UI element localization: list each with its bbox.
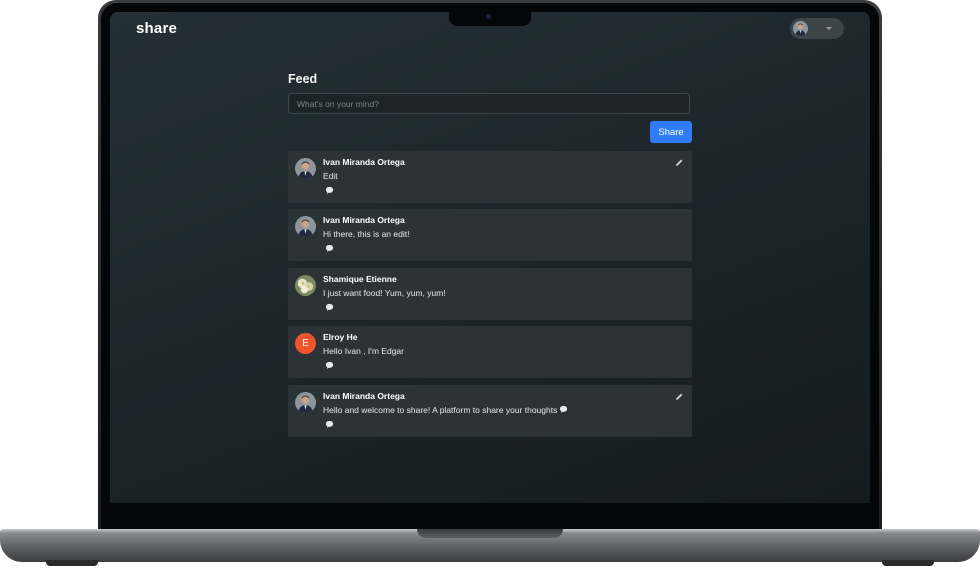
comment-icon[interactable]	[325, 420, 334, 429]
post-author: Elroy He	[323, 332, 358, 342]
post-author: Ivan Miranda Ortega	[323, 391, 405, 401]
comment-icon[interactable]	[325, 361, 334, 370]
post-input[interactable]	[288, 93, 690, 114]
camera-notch	[449, 10, 531, 26]
avatar[interactable]: E	[295, 333, 316, 354]
post-content: Edit	[323, 171, 338, 181]
camera-icon	[486, 14, 491, 19]
post-card: Ivan Miranda Ortega Hi there, this is an…	[288, 209, 692, 261]
post-content: Hello Ivan , I'm Edgar	[323, 346, 404, 356]
app-logo[interactable]: share	[136, 20, 177, 37]
post-card: Ivan Miranda Ortega Hello and welcome to…	[288, 385, 692, 437]
laptop-foot	[46, 560, 98, 566]
post-author: Ivan Miranda Ortega	[323, 157, 405, 167]
share-button[interactable]: Share	[650, 121, 692, 143]
user-menu-button[interactable]	[790, 18, 844, 39]
speech-bubble-icon	[560, 405, 568, 413]
avatar-letter: E	[302, 338, 309, 349]
avatar[interactable]	[295, 275, 316, 296]
post-author: Shamique Etienne	[323, 274, 397, 284]
feed-title: Feed	[288, 72, 318, 86]
post-card: E Elroy He Hello Ivan , I'm Edgar	[288, 326, 692, 378]
trackpad-notch	[417, 529, 563, 538]
post-content: I just want food! Yum, yum, yum!	[323, 288, 446, 298]
post-content: Hi there, this is an edit!	[323, 229, 410, 239]
user-avatar	[793, 21, 808, 36]
post-author: Ivan Miranda Ortega	[323, 215, 405, 225]
chevron-down-icon	[826, 27, 832, 30]
avatar[interactable]	[295, 158, 316, 179]
post-card: Ivan Miranda Ortega Edit	[288, 151, 692, 203]
comment-icon[interactable]	[325, 186, 334, 195]
pencil-icon[interactable]	[675, 392, 684, 401]
avatar[interactable]	[295, 392, 316, 413]
laptop-foot	[882, 560, 934, 566]
pencil-icon[interactable]	[675, 158, 684, 167]
post-content-row: Hello and welcome to share! A platform t…	[323, 405, 568, 415]
comment-icon[interactable]	[325, 244, 334, 253]
post-card: Shamique Etienne I just want food! Yum, …	[288, 268, 692, 320]
comment-icon[interactable]	[325, 303, 334, 312]
avatar[interactable]	[295, 216, 316, 237]
post-content: Hello and welcome to share! A platform t…	[323, 405, 558, 415]
app-screen: share Feed Share Ivan Miranda O	[110, 12, 870, 503]
